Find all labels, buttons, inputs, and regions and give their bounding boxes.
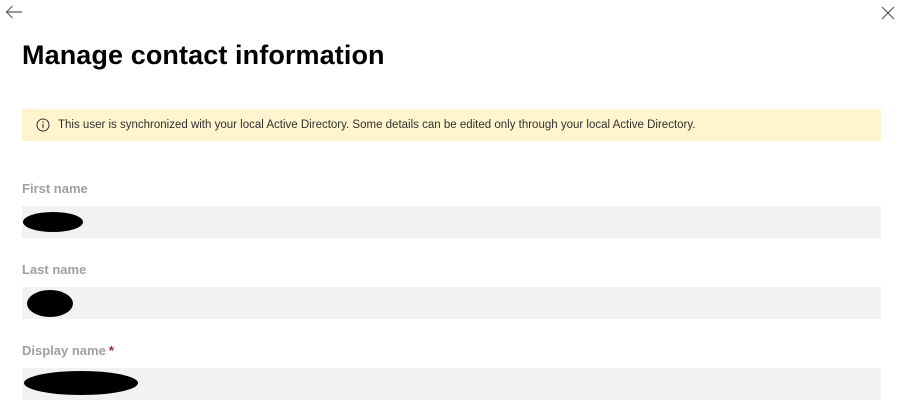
- last-name-field-group: Last name: [22, 261, 881, 319]
- contact-info-panel: Manage contact information This user is …: [0, 0, 907, 405]
- close-icon: [881, 6, 895, 25]
- display-name-field-group: Display name *: [22, 342, 881, 400]
- first-name-label: First name: [22, 181, 88, 196]
- required-marker: *: [108, 343, 114, 358]
- banner-message: This user is synchronized with your loca…: [58, 119, 696, 131]
- back-button[interactable]: [4, 4, 24, 24]
- page-title: Manage contact information: [22, 40, 385, 70]
- redacted-value: [27, 290, 73, 317]
- last-name-input[interactable]: [22, 287, 881, 319]
- display-name-label: Display name *: [22, 342, 881, 360]
- display-name-input[interactable]: [22, 368, 881, 400]
- redacted-value: [24, 371, 138, 395]
- redacted-value: [23, 212, 83, 232]
- display-name-label-text: Display name: [22, 343, 106, 358]
- sync-warning-banner: This user is synchronized with your loca…: [22, 109, 881, 141]
- arrow-left-icon: [5, 5, 23, 24]
- last-name-label: Last name: [22, 262, 87, 277]
- first-name-field-group: First name: [22, 180, 881, 238]
- first-name-input[interactable]: [22, 206, 881, 238]
- info-icon: [35, 117, 51, 133]
- close-button[interactable]: [878, 5, 898, 25]
